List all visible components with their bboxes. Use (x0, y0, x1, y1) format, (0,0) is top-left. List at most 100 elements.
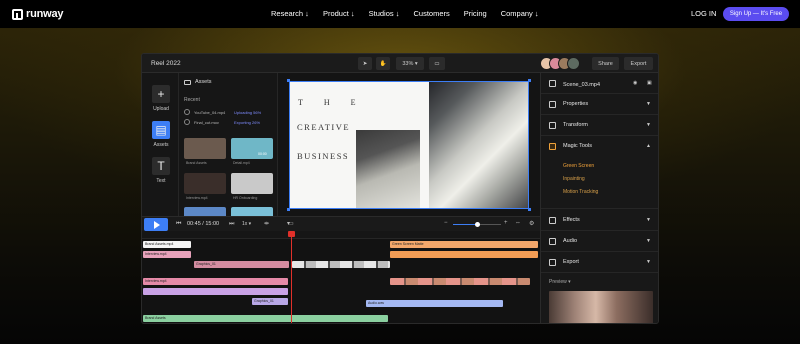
playback-speed[interactable]: 1x ▾ (242, 221, 251, 227)
timeline-controls: ⏮ 00:45 / 15:00 ⏭ 1x ▾ ⇹ ▾ ▭ − + ⇔ ⚙ (142, 216, 540, 231)
select-tool-icon[interactable]: ➤ (358, 57, 372, 70)
export-button[interactable]: Export (624, 57, 653, 70)
play-button[interactable] (144, 218, 168, 231)
canvas-word-business: BUSINESS (297, 151, 350, 161)
timeline-clip[interactable]: Graphics_01 (194, 261, 289, 268)
timeline-ruler[interactable] (142, 231, 540, 239)
skip-forward-icon[interactable]: ⏭ (229, 221, 234, 228)
eye-icon[interactable]: ◉ (633, 80, 637, 86)
canvas-photo-desk (429, 82, 528, 208)
canvas-title-the: T H E (298, 98, 357, 107)
caption-icon[interactable]: ▭ (288, 220, 294, 227)
asset-thumbnail[interactable] (231, 173, 273, 194)
upload-item[interactable]: Final_cut.mov Exporting 26% (184, 119, 276, 126)
timeline-video-clip[interactable] (390, 278, 530, 285)
section-label: Transform (563, 122, 588, 128)
upload-status: Uploading 56% (234, 110, 262, 115)
timeline-zoom-knob[interactable] (475, 222, 480, 227)
skip-back-icon[interactable]: ⏮ (176, 221, 181, 228)
clip-label: Brand Assets.mp4 (145, 242, 174, 246)
canvas-letter: E (350, 98, 357, 107)
section-label: Properties (563, 101, 589, 107)
section-transform[interactable]: Transform ▼ (541, 115, 658, 136)
recent-label: Recent (184, 97, 200, 103)
share-button[interactable]: Share (592, 57, 619, 70)
magic-tool-inpainting[interactable]: Inpainting (563, 176, 585, 182)
asset-thumbnail[interactable] (184, 207, 226, 216)
asset-thumbnail[interactable] (231, 207, 273, 216)
timeline-clip[interactable]: Graphics_01 (252, 298, 288, 305)
nav-research[interactable]: Research ↓ (271, 9, 309, 18)
progress-ring-icon (184, 119, 190, 125)
zoom-in-icon[interactable]: + (504, 220, 508, 226)
clip-label: Green Screen Matte (392, 242, 424, 246)
upload-name: YouTube_04.mp4 (194, 110, 226, 115)
upload-status: Exporting 26% (234, 120, 261, 125)
section-label: Magic Tools (563, 143, 592, 149)
settings-icon[interactable]: ⚙ (529, 220, 534, 227)
rail-upload[interactable]: + Upload (146, 85, 176, 112)
login-link[interactable]: LOG IN (691, 9, 716, 18)
timeline-clip[interactable]: Audio.wav (366, 300, 503, 307)
chevron-down-icon: ▼ (646, 101, 651, 107)
rail-upload-label: Upload (153, 106, 169, 112)
text-icon: T (152, 157, 170, 175)
timeline-clip[interactable]: Brand Assets (143, 315, 388, 322)
nav-customers[interactable]: Customers (413, 9, 449, 18)
resize-handle[interactable] (287, 79, 290, 82)
video-editor-mockup: Reel 2022 ➤ ✋ 33% ▾ ▭ Share Export + Upl… (141, 53, 659, 324)
aspect-ratio-icon[interactable]: ▭ (429, 57, 445, 70)
hand-tool-icon[interactable]: ✋ (376, 57, 390, 70)
resize-handle[interactable] (287, 208, 290, 211)
assets-panel: Assets Recent YouTube_04.mp4 Uploading 5… (179, 73, 278, 216)
assets-title: Assets (195, 79, 212, 85)
preview-label[interactable]: Preview ▾ (549, 279, 571, 285)
nav-company[interactable]: Company ↓ (501, 9, 539, 18)
nav-links: Research ↓ Product ↓ Studios ↓ Customers… (271, 9, 553, 18)
rail-text[interactable]: T Text (146, 157, 176, 184)
scene-name: Scene_03.mp4 (563, 82, 600, 88)
zoom-select[interactable]: 33% ▾ (396, 57, 424, 70)
timeline-clip[interactable] (143, 288, 288, 295)
runway-logo-icon (12, 8, 23, 20)
clip-label: Graphics_01 (254, 299, 274, 303)
nav-product[interactable]: Product ↓ (323, 9, 355, 18)
timeline-clip[interactable]: Interview.mp4 (143, 251, 191, 258)
canvas-letter: H (323, 98, 331, 107)
section-audio[interactable]: Audio ▼ (541, 231, 658, 252)
signup-button[interactable]: Sign Up — It's Free (723, 7, 789, 21)
section-export[interactable]: Export ▼ (541, 252, 658, 273)
clip-label: Graphics_01 (196, 262, 216, 266)
section-effects[interactable]: Effects ▼ (541, 210, 658, 231)
runway-logo[interactable]: runway (12, 8, 64, 20)
nav-studios[interactable]: Studios ↓ (369, 9, 400, 18)
sliders-icon (549, 101, 556, 108)
magic-tool-motion-tracking[interactable]: Motion Tracking (563, 189, 598, 195)
section-properties[interactable]: Properties ▼ (541, 94, 658, 115)
nav-pricing[interactable]: Pricing (464, 9, 487, 18)
section-magic-tools[interactable]: Magic Tools ▲ Green Screen Inpainting Mo… (541, 136, 658, 209)
video-canvas[interactable]: T H E CREATIVE BUSINESS (289, 81, 529, 209)
magic-tool-green-screen[interactable]: Green Screen (563, 163, 594, 169)
folder-icon (184, 80, 191, 85)
timeline-clip[interactable]: Green Screen Matte (390, 241, 538, 248)
resize-handle[interactable] (528, 79, 531, 82)
timeline-clip[interactable] (390, 251, 538, 258)
rail-assets[interactable]: ▤ Assets (146, 121, 176, 148)
resize-handle[interactable] (528, 208, 531, 211)
playhead-line[interactable] (291, 234, 292, 323)
asset-thumbnail[interactable] (184, 173, 226, 194)
upload-item[interactable]: YouTube_04.mp4 Uploading 56% (184, 109, 276, 116)
zoom-out-icon[interactable]: − (444, 220, 448, 226)
timeline-tracks: Brand Assets.mp4 Interview.mp4 Graphics_… (142, 239, 540, 323)
split-icon[interactable]: ⇹ (264, 220, 269, 227)
avatar[interactable] (567, 57, 580, 70)
lock-icon[interactable]: ▣ (647, 80, 652, 86)
fit-icon[interactable]: ⇔ (515, 220, 521, 226)
timeline-clip[interactable]: Interview.mp4 (143, 278, 288, 285)
timeline-clip[interactable]: Brand Assets.mp4 (143, 241, 191, 248)
asset-caption: Detail.mp4 (233, 161, 250, 165)
asset-thumbnail[interactable] (184, 138, 226, 159)
clip-label: Interview.mp4 (145, 252, 167, 256)
timeline-video-clip[interactable] (292, 261, 390, 268)
